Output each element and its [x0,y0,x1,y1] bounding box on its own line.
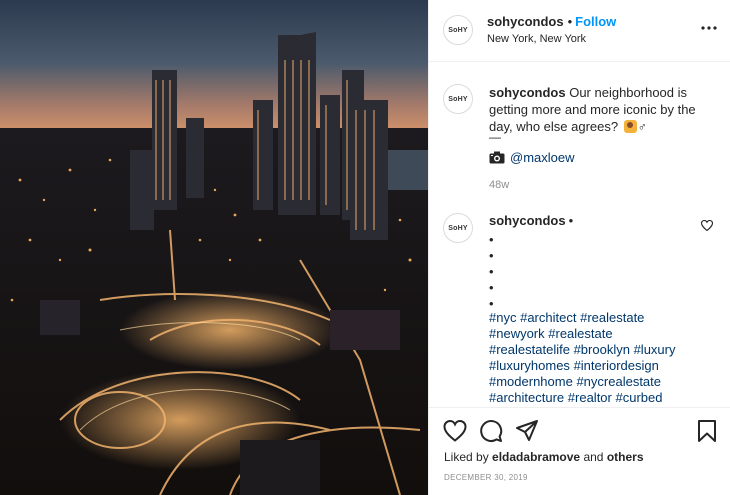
hashtag-link[interactable]: #luxuryhomes [489,358,570,373]
hashtag-line: #modernhome #nycrealestate [489,374,719,390]
separator-dot: • [567,14,573,29]
comment-user-line: sohycondos • [489,213,573,228]
liked-by-prefix: Liked by [444,450,489,464]
liked-by-user-link[interactable]: eldadabramove [492,450,580,464]
hashtag-link[interactable]: #realestate [548,326,612,341]
comment-bullet-list: • • • • • [489,232,494,312]
caption-avatar[interactable]: SoHY [443,84,473,114]
hashtag-line: #realestatelife #brooklyn #luxury [489,342,719,358]
photo-credit: @maxloew [489,150,575,165]
hashtag-link[interactable]: #architect [520,310,576,325]
hashtag-line: #nyc #architect #realestate [489,310,719,326]
header-username-link[interactable]: sohycondos [487,14,564,29]
male-sign-emoji: ♂ [637,120,647,134]
hashtag-line: #newyork #realestate [489,326,719,342]
hashtag-line: #luxuryhomes #interiordesign [489,358,719,374]
bullet-line: • [489,264,494,279]
hashtag-line: #architecture #realtor #curbed [489,390,719,406]
hashtag-link[interactable]: #modernhome [489,374,573,389]
bullet-line: • [489,232,494,247]
hashtag-list: #nyc #architect #realestate #newyork #re… [489,310,719,406]
caption-username-link[interactable]: sohycondos [489,85,566,100]
liked-by-others-link[interactable]: others [607,450,644,464]
comment-dot: • [568,213,574,228]
hashtag-link[interactable]: #realestate [580,310,644,325]
like-heart-icon[interactable] [443,419,467,443]
post-header: SoHY sohycondos • Follow New York, New Yor… [429,0,730,62]
hashtag-link[interactable]: #nyc [489,310,516,325]
city-night-skyline-image [0,0,428,495]
hashtag-link[interactable]: #curbed [615,390,662,405]
header-user-line: sohycondos • Follow [487,14,616,29]
caption-text: sohycondos Our neighborhood is getting m… [489,84,714,136]
hashtag-link[interactable]: #realestatelife [489,342,570,357]
share-paper-plane-icon[interactable] [515,419,539,443]
camera-icon [489,151,505,164]
hashtag-link[interactable]: #newyork [489,326,545,341]
save-bookmark-icon[interactable] [695,419,719,443]
post-date[interactable]: DECEMBER 30, 2019 [444,473,528,482]
location-link[interactable]: New York, New York [487,33,586,45]
caption-timestamp[interactable]: 48w [489,179,509,191]
credit-handle-link[interactable]: @maxloew [510,150,575,165]
follow-button[interactable]: Follow [575,14,616,29]
bullet-line: • [489,280,494,295]
hashtag-link[interactable]: #brooklyn [574,342,630,357]
liked-by-text: Liked by eldadabramove and others [444,450,644,464]
bullet-line: • [489,248,494,263]
hashtag-link[interactable]: #nycrealestate [576,374,661,389]
more-options-icon[interactable] [701,24,717,32]
hashtag-link[interactable]: #luxury [634,342,676,357]
comment-like-heart-icon[interactable] [701,220,713,231]
caption-dash: — [489,130,501,144]
comments-area[interactable]: SoHY sohycondos Our neighborhood is gett… [429,62,730,407]
comment-username-link[interactable]: sohycondos [489,213,566,228]
hashtag-link[interactable]: #realtor [568,390,612,405]
liked-by-and: and [583,450,604,464]
comment-bubble-icon[interactable] [479,419,503,443]
comment-avatar[interactable]: SoHY [443,213,473,243]
post-side-panel: SoHY sohycondos • Follow New York, New Yor… [428,0,730,495]
profile-avatar[interactable]: SoHY [443,15,473,45]
hashtag-link[interactable]: #interiordesign [574,358,659,373]
woman-raising-hand-emoji-icon [623,120,637,133]
post-actions-bar: Liked by eldadabramove and others DECEMB… [429,407,730,495]
hashtag-link[interactable]: #architecture [489,390,564,405]
post-photo[interactable] [0,0,428,495]
